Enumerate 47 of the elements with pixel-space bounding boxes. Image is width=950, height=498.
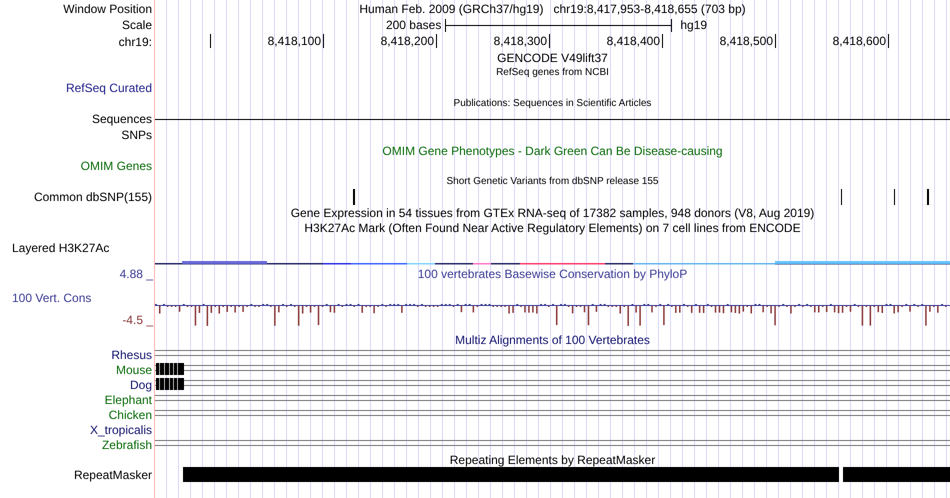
track-label[interactable]: Chicken [108, 408, 152, 420]
assembly-title: Human Feb. 2009 (GRCh37/hg19) [359, 2, 544, 14]
track-title: H3K27Ac Mark (Often Found Near Active Regulatory Elements) on 7 cell lines from ENCODE [304, 222, 801, 234]
track-label[interactable]: Zebrafish [102, 438, 152, 450]
track-caption: Publications: Sequences in Scientific Articles [454, 98, 652, 108]
track-label[interactable]: SNPs [121, 129, 152, 141]
track-label[interactable]: Window Position [63, 2, 152, 14]
ruler-tick [775, 34, 776, 48]
scale-length: 200 bases [386, 19, 442, 31]
track-caption: RefSeq genes from NCBI [496, 68, 609, 78]
ruler-label: 8,418,200 [380, 35, 434, 47]
ruler-tick [888, 34, 889, 48]
position-text: chr19:8,417,953-8,418,655 (703 bp) [553, 2, 746, 14]
track-label[interactable]: Sequences [92, 113, 152, 125]
track-label[interactable]: RepeatMasker [74, 468, 152, 480]
ruler-label: 8,418,300 [494, 35, 547, 47]
track-title: OMIM Gene Phenotypes - Dark Green Can Be Disease-causing [382, 144, 723, 156]
ruler-label: 8,418,600 [832, 35, 886, 47]
ruler-tick [210, 34, 211, 48]
axis-min-label: -4.5 _ [122, 314, 153, 326]
track-label[interactable]: 100 Vert. Cons [12, 292, 92, 304]
ruler-label: 8,418,500 [720, 35, 773, 47]
track-title: Gene Expression in 54 tissues from GTEx RNA-seq of 17382 samples, 948 donors (V8, Aug 2019) [290, 206, 814, 218]
track-label[interactable]: Common dbSNP(155) [34, 191, 152, 203]
track-label[interactable]: Mouse [116, 364, 152, 376]
scale-assembly: hg19 [680, 19, 708, 31]
track-title: GENCODE V49lift37 [497, 52, 608, 64]
track-label[interactable]: Dog [130, 378, 152, 390]
track-title: 100 vertebrates Basewise Conservation by PhyloP [418, 268, 688, 280]
ruler-tick [323, 34, 324, 48]
ruler-tick [549, 34, 550, 48]
ruler-label: 8,418,400 [606, 35, 660, 47]
track-label[interactable]: X_tropicalis [90, 424, 152, 436]
track-label[interactable]: chr19: [118, 36, 152, 48]
track-title: Repeating Elements by RepeatMasker [450, 454, 656, 466]
track-label[interactable]: Elephant [104, 394, 152, 406]
track-caption: Short Genetic Variants from dbSNP release 155 [446, 176, 658, 186]
track-label[interactable]: Scale [122, 19, 152, 31]
track-label[interactable]: Rhesus [111, 348, 152, 360]
track-label[interactable]: RefSeq Curated [66, 82, 152, 94]
ruler-tick [662, 34, 663, 48]
axis-max-label: 4.88 _ [120, 268, 153, 280]
track-label[interactable]: Layered H3K27Ac [12, 241, 110, 255]
track-title: Multiz Alignments of 100 Vertebrates [455, 334, 650, 346]
track-label[interactable]: OMIM Genes [80, 160, 152, 172]
ruler-label: 8,418,100 [268, 35, 321, 47]
ruler-tick [436, 34, 437, 48]
